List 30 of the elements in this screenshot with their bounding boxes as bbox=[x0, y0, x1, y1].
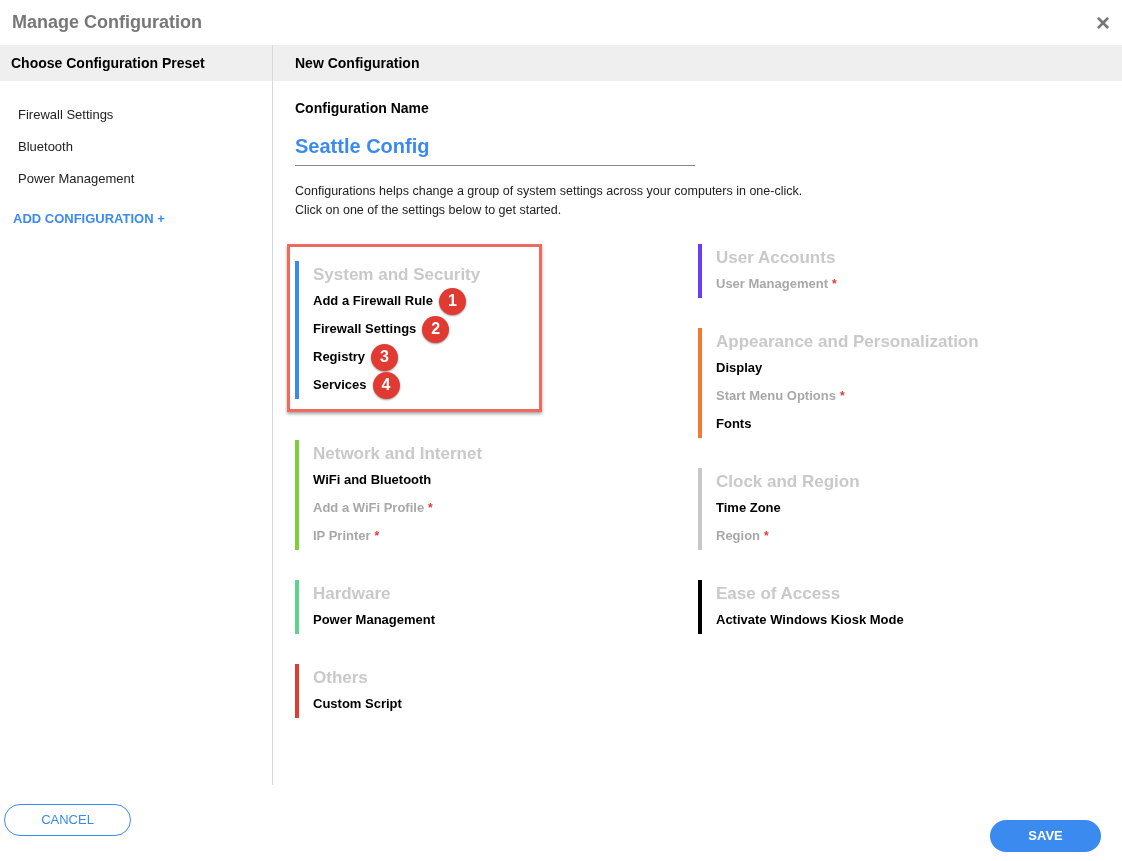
preset-item[interactable]: Bluetooth bbox=[18, 131, 73, 163]
close-button[interactable]: × bbox=[1096, 10, 1110, 35]
required-asterisk: * bbox=[839, 388, 845, 405]
setting-link[interactable]: Time Zone bbox=[716, 498, 781, 518]
setting-link[interactable]: Activate Windows Kiosk Mode bbox=[716, 610, 904, 630]
step-badge: 3 bbox=[371, 343, 399, 371]
required-asterisk: * bbox=[832, 276, 837, 293]
description-text: Configurations helps change a group of system settings across your computers in one-click. bbox=[295, 183, 804, 200]
step-badge: 4 bbox=[372, 371, 400, 399]
section-header: Choose Configuration Preset bbox=[0, 45, 272, 81]
setting-link[interactable]: Firewall Settings bbox=[313, 319, 417, 339]
step-badge: 1 bbox=[438, 287, 466, 315]
field-label: Configuration Name bbox=[295, 99, 430, 118]
setting-link[interactable]: Services bbox=[313, 375, 367, 395]
section-header: New Configuration bbox=[273, 45, 1122, 81]
required-asterisk: * bbox=[428, 500, 433, 517]
setting-link[interactable]: WiFi and Bluetooth bbox=[313, 470, 432, 490]
setting-link[interactable]: Power Management bbox=[313, 610, 436, 630]
window-title: Manage Configuration bbox=[12, 11, 202, 34]
setting-link[interactable]: Registry bbox=[313, 347, 366, 367]
setting-link[interactable]: Fonts bbox=[716, 414, 752, 434]
description-text: Click on one of the settings below to get started. bbox=[295, 202, 563, 219]
setting-link[interactable]: Custom Script bbox=[313, 694, 402, 714]
setting-link[interactable]: Add a Firewall Rule bbox=[313, 291, 433, 311]
setting-link[interactable]: Display bbox=[716, 358, 763, 378]
required-asterisk: * bbox=[764, 528, 769, 545]
required-asterisk: * bbox=[374, 528, 380, 545]
preset-item[interactable]: Power Management bbox=[18, 163, 135, 195]
step-badge: 2 bbox=[422, 315, 450, 343]
preset-item[interactable]: Firewall Settings bbox=[18, 99, 114, 131]
